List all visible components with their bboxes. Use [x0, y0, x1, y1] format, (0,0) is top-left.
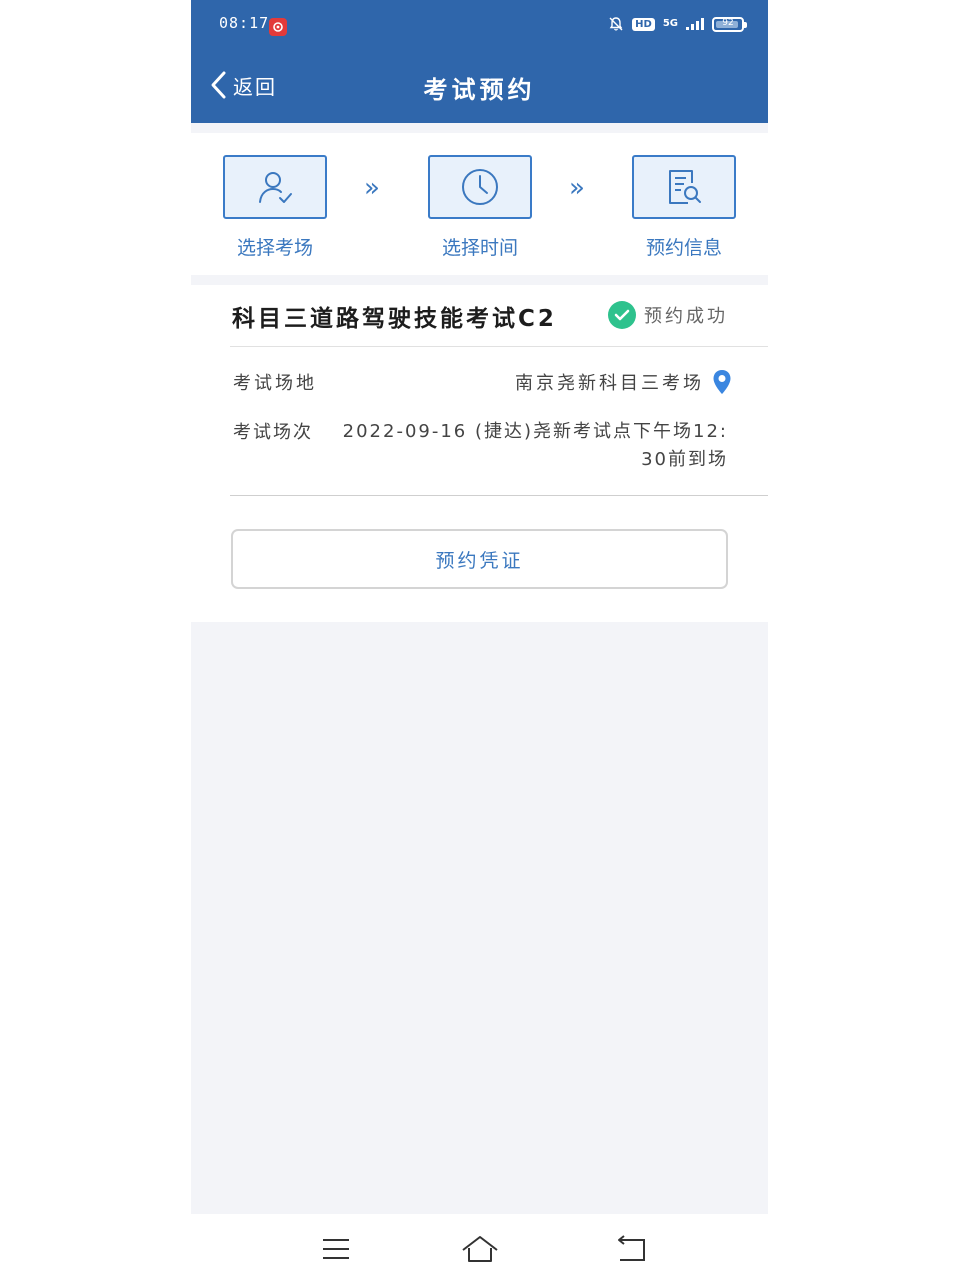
exam-title: 科目三道路驾驶技能考试C2 — [232, 306, 557, 332]
step-icon-box — [223, 155, 327, 219]
home-button[interactable] — [460, 1232, 500, 1266]
step-label: 选择考场 — [236, 237, 313, 259]
system-nav-bar — [0, 1214, 960, 1280]
step-select-venue[interactable]: 选择考场 — [223, 155, 327, 260]
step-icon-box — [428, 155, 532, 219]
booking-steps: 选择考场 » 选择时间 » 预约信息 — [191, 133, 768, 275]
status-bar: 08:17 HD 5G 92 — [191, 0, 768, 52]
step-select-time[interactable]: 选择时间 — [428, 155, 532, 260]
divider — [230, 346, 768, 347]
back-nav-icon — [618, 1235, 645, 1261]
phone-screen: 08:17 HD 5G 92 返回 考试预约 选择考场 » 选择时间 » 预约信… — [191, 0, 768, 1214]
check-circle-icon — [608, 301, 636, 329]
session-value: 2022-09-16 (捷达)尧新考试点下午场12: 30前到场 — [342, 421, 728, 470]
divider — [230, 495, 768, 496]
bell-off-icon — [609, 17, 623, 31]
network-indicator: 5G — [662, 18, 678, 29]
signal-icon — [686, 18, 704, 30]
step-label: 选择时间 — [441, 237, 518, 259]
clock-icon — [462, 169, 498, 205]
location-pin-icon — [713, 370, 731, 394]
app-header: 08:17 HD 5G 92 返回 考试预约 — [191, 0, 768, 123]
booking-voucher-button[interactable]: 预约凭证 — [231, 529, 728, 589]
step-booking-info[interactable]: 预约信息 — [632, 155, 736, 260]
status-time: 08:17 — [219, 14, 270, 32]
booking-card: 科目三道路驾驶技能考试C2 预约成功 考试场地 南京尧新科目三考场 考试场次 2… — [191, 285, 768, 622]
battery-level: 92 — [722, 17, 734, 28]
status-icons: HD 5G 92 — [608, 16, 747, 32]
step-label: 预约信息 — [645, 237, 722, 259]
step-icon-box — [632, 155, 736, 219]
document-search-icon — [669, 170, 701, 204]
venue-value-link[interactable]: 南京尧新科目三考场 — [515, 369, 732, 395]
hd-icon: HD — [632, 17, 655, 31]
home-icon — [462, 1236, 498, 1262]
page-title: 考试预约 — [423, 76, 536, 104]
step-arrow: » — [364, 173, 380, 203]
status-badge: 预约成功 — [608, 301, 728, 329]
session-label: 考试场次 — [233, 422, 313, 443]
status-text: 预约成功 — [644, 306, 728, 327]
venue-value: 南京尧新科目三考场 — [515, 373, 704, 394]
user-check-icon — [259, 172, 292, 203]
menu-icon — [323, 1239, 349, 1259]
back-nav-button[interactable] — [610, 1232, 650, 1266]
notification-app-icon — [269, 18, 287, 36]
battery-icon: 92 — [712, 16, 747, 32]
menu-button[interactable] — [316, 1232, 356, 1266]
venue-label: 考试场地 — [233, 373, 317, 394]
step-arrow: » — [569, 173, 585, 203]
